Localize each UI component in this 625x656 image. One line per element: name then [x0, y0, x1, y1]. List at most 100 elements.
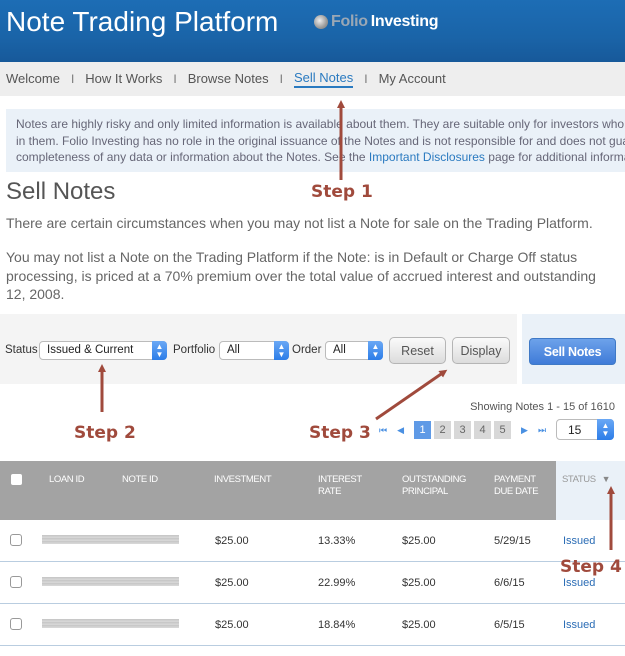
- column-payment-due-date[interactable]: PAYMENT DUE DATE: [494, 474, 539, 497]
- nav-item-welcome[interactable]: Welcome: [6, 71, 60, 88]
- redacted-ids: [42, 619, 179, 628]
- notice-line-2: in them. Folio Investing has no role in …: [16, 133, 625, 148]
- cell-investment: $25.00: [215, 535, 249, 547]
- app-header: Note Trading Platform Folio Investing: [0, 0, 625, 62]
- app-title: Note Trading Platform: [6, 6, 279, 37]
- cell-principal: $25.00: [402, 535, 436, 547]
- row-checkbox[interactable]: [10, 576, 22, 588]
- cell-due-date: 5/29/15: [494, 535, 531, 547]
- portfolio-select-value: All: [227, 344, 240, 356]
- order-select[interactable]: All ▲ ▼: [325, 341, 383, 360]
- nav-separator: I: [70, 72, 75, 86]
- first-page-icon[interactable]: ⏮: [379, 425, 387, 436]
- nav-separator: I: [279, 72, 283, 86]
- cell-interest-rate: 22.99%: [318, 577, 356, 589]
- status-select[interactable]: Issued & Current ▲ ▼: [39, 341, 167, 360]
- column-interest-rate[interactable]: INTEREST RATE: [318, 474, 362, 497]
- table-row: $25.00 22.99% $25.00 6/6/15 Issued: [0, 562, 625, 604]
- step2-label: Step 2: [74, 423, 136, 443]
- table-header-status-cell: [556, 461, 625, 520]
- column-loan-id[interactable]: LOAN ID: [49, 474, 85, 486]
- important-disclosures-link[interactable]: Important Disclosures: [369, 150, 485, 164]
- table-header: [0, 461, 556, 520]
- restriction-paragraph: You may not list a Note on the Trading P…: [6, 248, 625, 304]
- select-arrows-icon: ▲ ▼: [597, 419, 614, 440]
- next-page-icon[interactable]: ▶: [521, 425, 528, 436]
- select-arrows-icon: ▲ ▼: [274, 341, 289, 360]
- pagination: ⏮ ◀ 1 2 3 4 5 ▶ ⏭: [379, 421, 556, 439]
- logo-swirl-icon: [314, 15, 328, 29]
- per-page-select[interactable]: 15 ▲ ▼: [556, 419, 614, 440]
- column-label: DUE DATE: [494, 485, 539, 497]
- page-button-3[interactable]: 3: [454, 421, 472, 439]
- page-title: Sell Notes: [6, 178, 116, 205]
- redacted-ids: [42, 577, 179, 586]
- select-arrows-icon: ▲ ▼: [152, 341, 167, 360]
- nav-item-browse-notes[interactable]: Browse Notes: [188, 71, 269, 88]
- notice-line-3: completeness of any data or information …: [16, 149, 625, 166]
- restriction-line: processing, is priced at a 70% premium o…: [6, 267, 596, 284]
- restriction-line: 12, 2008.: [6, 286, 65, 302]
- cell-investment: $25.00: [215, 619, 249, 631]
- showing-count: Showing Notes 1 - 15 of 1610: [470, 401, 615, 413]
- last-page-icon[interactable]: ⏭: [538, 425, 546, 436]
- column-outstanding-principal[interactable]: OUTSTANDING PRINCIPAL: [402, 474, 466, 497]
- row-checkbox[interactable]: [10, 618, 22, 630]
- cell-investment: $25.00: [215, 577, 249, 589]
- table-row: $25.00 13.33% $25.00 5/29/15 Issued: [0, 520, 625, 562]
- nav-item-my-account[interactable]: My Account: [379, 71, 446, 88]
- order-filter-label: Order: [292, 344, 322, 356]
- cell-status-link[interactable]: Issued: [563, 535, 595, 547]
- nav-item-sell-notes[interactable]: Sell Notes: [293, 70, 354, 88]
- nav-separator: I: [364, 72, 368, 86]
- per-page-value: 15: [568, 423, 582, 437]
- column-investment[interactable]: INVESTMENT: [214, 474, 272, 486]
- folio-investing-logo[interactable]: Folio Investing: [314, 13, 439, 31]
- main-nav: Welcome I How It Works I Browse Notes I …: [0, 62, 625, 96]
- cell-interest-rate: 13.33%: [318, 535, 356, 547]
- column-note-id[interactable]: NOTE ID: [122, 474, 158, 486]
- select-all-checkbox[interactable]: [11, 474, 22, 485]
- page-button-2[interactable]: 2: [434, 421, 452, 439]
- step3-label: Step 3: [309, 423, 371, 443]
- portfolio-select[interactable]: All ▲ ▼: [219, 341, 289, 360]
- notice-text: page for additional information.: [488, 150, 625, 164]
- cell-due-date: 6/6/15: [494, 577, 525, 589]
- notice-text: completeness of any data or information …: [16, 150, 369, 164]
- status-select-value: Issued & Current: [47, 344, 134, 356]
- cell-due-date: 6/5/15: [494, 619, 525, 631]
- column-status[interactable]: STATUS ▼: [562, 474, 611, 486]
- page-button-5[interactable]: 5: [494, 421, 512, 439]
- nav-separator: I: [173, 72, 177, 86]
- column-label: OUTSTANDING: [402, 474, 467, 485]
- row-checkbox[interactable]: [10, 534, 22, 546]
- table-row: $25.00 18.84% $25.00 6/5/15 Issued: [0, 604, 625, 646]
- column-label: PAYMENT: [494, 474, 536, 485]
- cell-principal: $25.00: [402, 577, 436, 589]
- status-filter-label: Status: [5, 344, 38, 356]
- restriction-line: You may not list a Note on the Trading P…: [6, 249, 578, 265]
- sort-caret-icon[interactable]: ▼: [602, 474, 611, 484]
- display-button[interactable]: Display: [452, 337, 510, 364]
- portfolio-filter-label: Portfolio: [173, 344, 216, 356]
- page-button-4[interactable]: 4: [474, 421, 492, 439]
- nav-item-how-it-works[interactable]: How It Works: [85, 71, 162, 88]
- page-button-1[interactable]: 1: [414, 421, 432, 439]
- column-label: INTEREST: [318, 474, 362, 485]
- redacted-ids: [42, 535, 179, 544]
- logo-text-folio: Folio: [331, 13, 368, 30]
- prev-page-icon[interactable]: ◀: [397, 425, 404, 436]
- column-label: RATE: [318, 485, 342, 497]
- order-select-value: All: [333, 344, 346, 356]
- cell-principal: $25.00: [402, 619, 436, 631]
- reset-button[interactable]: Reset: [389, 337, 446, 364]
- cell-status-link[interactable]: Issued: [563, 619, 595, 631]
- intro-paragraph: There are certain circumstances when you…: [6, 215, 593, 231]
- step4-label: Step 4: [560, 557, 622, 577]
- logo-text-investing: Investing: [370, 13, 439, 30]
- step1-label: Step 1: [311, 182, 373, 202]
- notice-line-1: Notes are highly risky and only limited …: [16, 117, 625, 131]
- sell-notes-button[interactable]: Sell Notes: [529, 338, 616, 365]
- column-label: PRINCIPAL: [402, 485, 448, 497]
- cell-status-link[interactable]: Issued: [563, 577, 595, 589]
